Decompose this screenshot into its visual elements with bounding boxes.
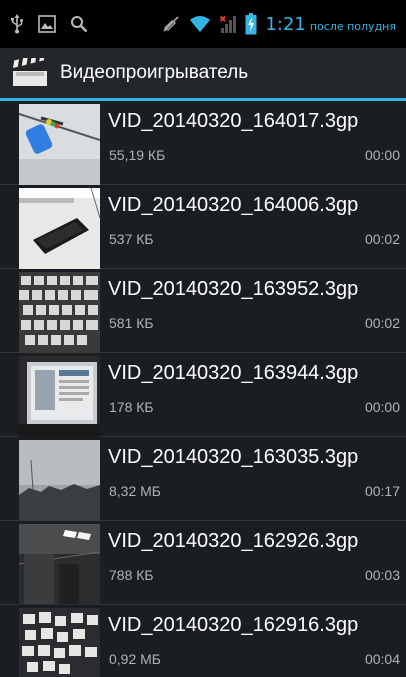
video-thumbnail [19, 356, 100, 437]
clock-ampm: после полудня [309, 19, 396, 33]
video-duration: 00:03 [364, 567, 400, 583]
video-thumbnail [19, 440, 100, 521]
video-duration: 00:00 [364, 147, 400, 163]
video-duration: 00:02 [364, 231, 400, 247]
video-name: VID_20140320_164017.3gp [108, 110, 359, 132]
status-bar: ✖ 1:21 после полудня [0, 0, 406, 48]
action-bar: Видеопроигрыватель [0, 48, 406, 98]
video-thumbnail [19, 272, 100, 353]
video-thumbnail [19, 524, 100, 605]
clock-time: 1:21 [265, 13, 306, 35]
video-duration: 00:00 [364, 399, 400, 415]
battery-charging-icon [245, 13, 257, 35]
usb-icon [10, 14, 24, 34]
wifi-icon [189, 15, 211, 33]
video-size: 537 КБ [109, 231, 154, 247]
screen: ✖ 1:21 после полудня Видеопроигрыватель … [0, 0, 406, 677]
svg-text:✖: ✖ [219, 15, 227, 25]
video-size: 8,32 МБ [109, 483, 161, 499]
video-duration: 00:02 [364, 315, 400, 331]
video-thumbnail [19, 608, 100, 677]
video-name: VID_20140320_163952.3gp [108, 278, 359, 300]
list-item-video-5[interactable]: VID_20140320_163035.3gp 8,32 МБ 00:17 [0, 437, 406, 521]
video-size: 0,92 МБ [109, 651, 161, 667]
video-name: VID_20140320_162926.3gp [108, 530, 359, 552]
no-signal-icon: ✖ [219, 14, 237, 34]
app-title: Видеопроигрыватель [60, 62, 249, 83]
search-icon [70, 15, 88, 33]
video-size: 788 КБ [109, 567, 154, 583]
list-item-video-7[interactable]: VID_20140320_162916.3gp 0,92 МБ 00:04 [0, 605, 406, 677]
video-duration: 00:17 [364, 483, 400, 499]
list-item-video-6[interactable]: VID_20140320_162926.3gp 788 КБ 00:03 [0, 521, 406, 605]
video-duration: 00:04 [364, 651, 400, 667]
image-icon [38, 15, 56, 33]
video-size: 55,19 КБ [109, 147, 166, 163]
video-list[interactable]: VID_20140320_164017.3gp 55,19 КБ 00:00 V… [0, 101, 406, 677]
video-thumbnail [19, 188, 100, 269]
list-item-video-4[interactable]: VID_20140320_163944.3gp 178 КБ 00:00 [0, 353, 406, 437]
list-item-video-3[interactable]: VID_20140320_163952.3gp 581 КБ 00:02 [0, 269, 406, 353]
mute-icon [161, 14, 181, 34]
list-item-video-1[interactable]: VID_20140320_164017.3gp 55,19 КБ 00:00 [0, 101, 406, 185]
video-name: VID_20140320_163944.3gp [108, 362, 359, 384]
video-size: 581 КБ [109, 315, 154, 331]
video-name: VID_20140320_163035.3gp [108, 446, 359, 468]
video-thumbnail [19, 104, 100, 185]
video-name: VID_20140320_164006.3gp [108, 194, 359, 216]
list-item-video-2[interactable]: VID_20140320_164006.3gp 537 КБ 00:02 [0, 185, 406, 269]
clapperboard-icon[interactable] [10, 58, 50, 88]
video-name: VID_20140320_162916.3gp [108, 614, 359, 636]
video-size: 178 КБ [109, 399, 154, 415]
